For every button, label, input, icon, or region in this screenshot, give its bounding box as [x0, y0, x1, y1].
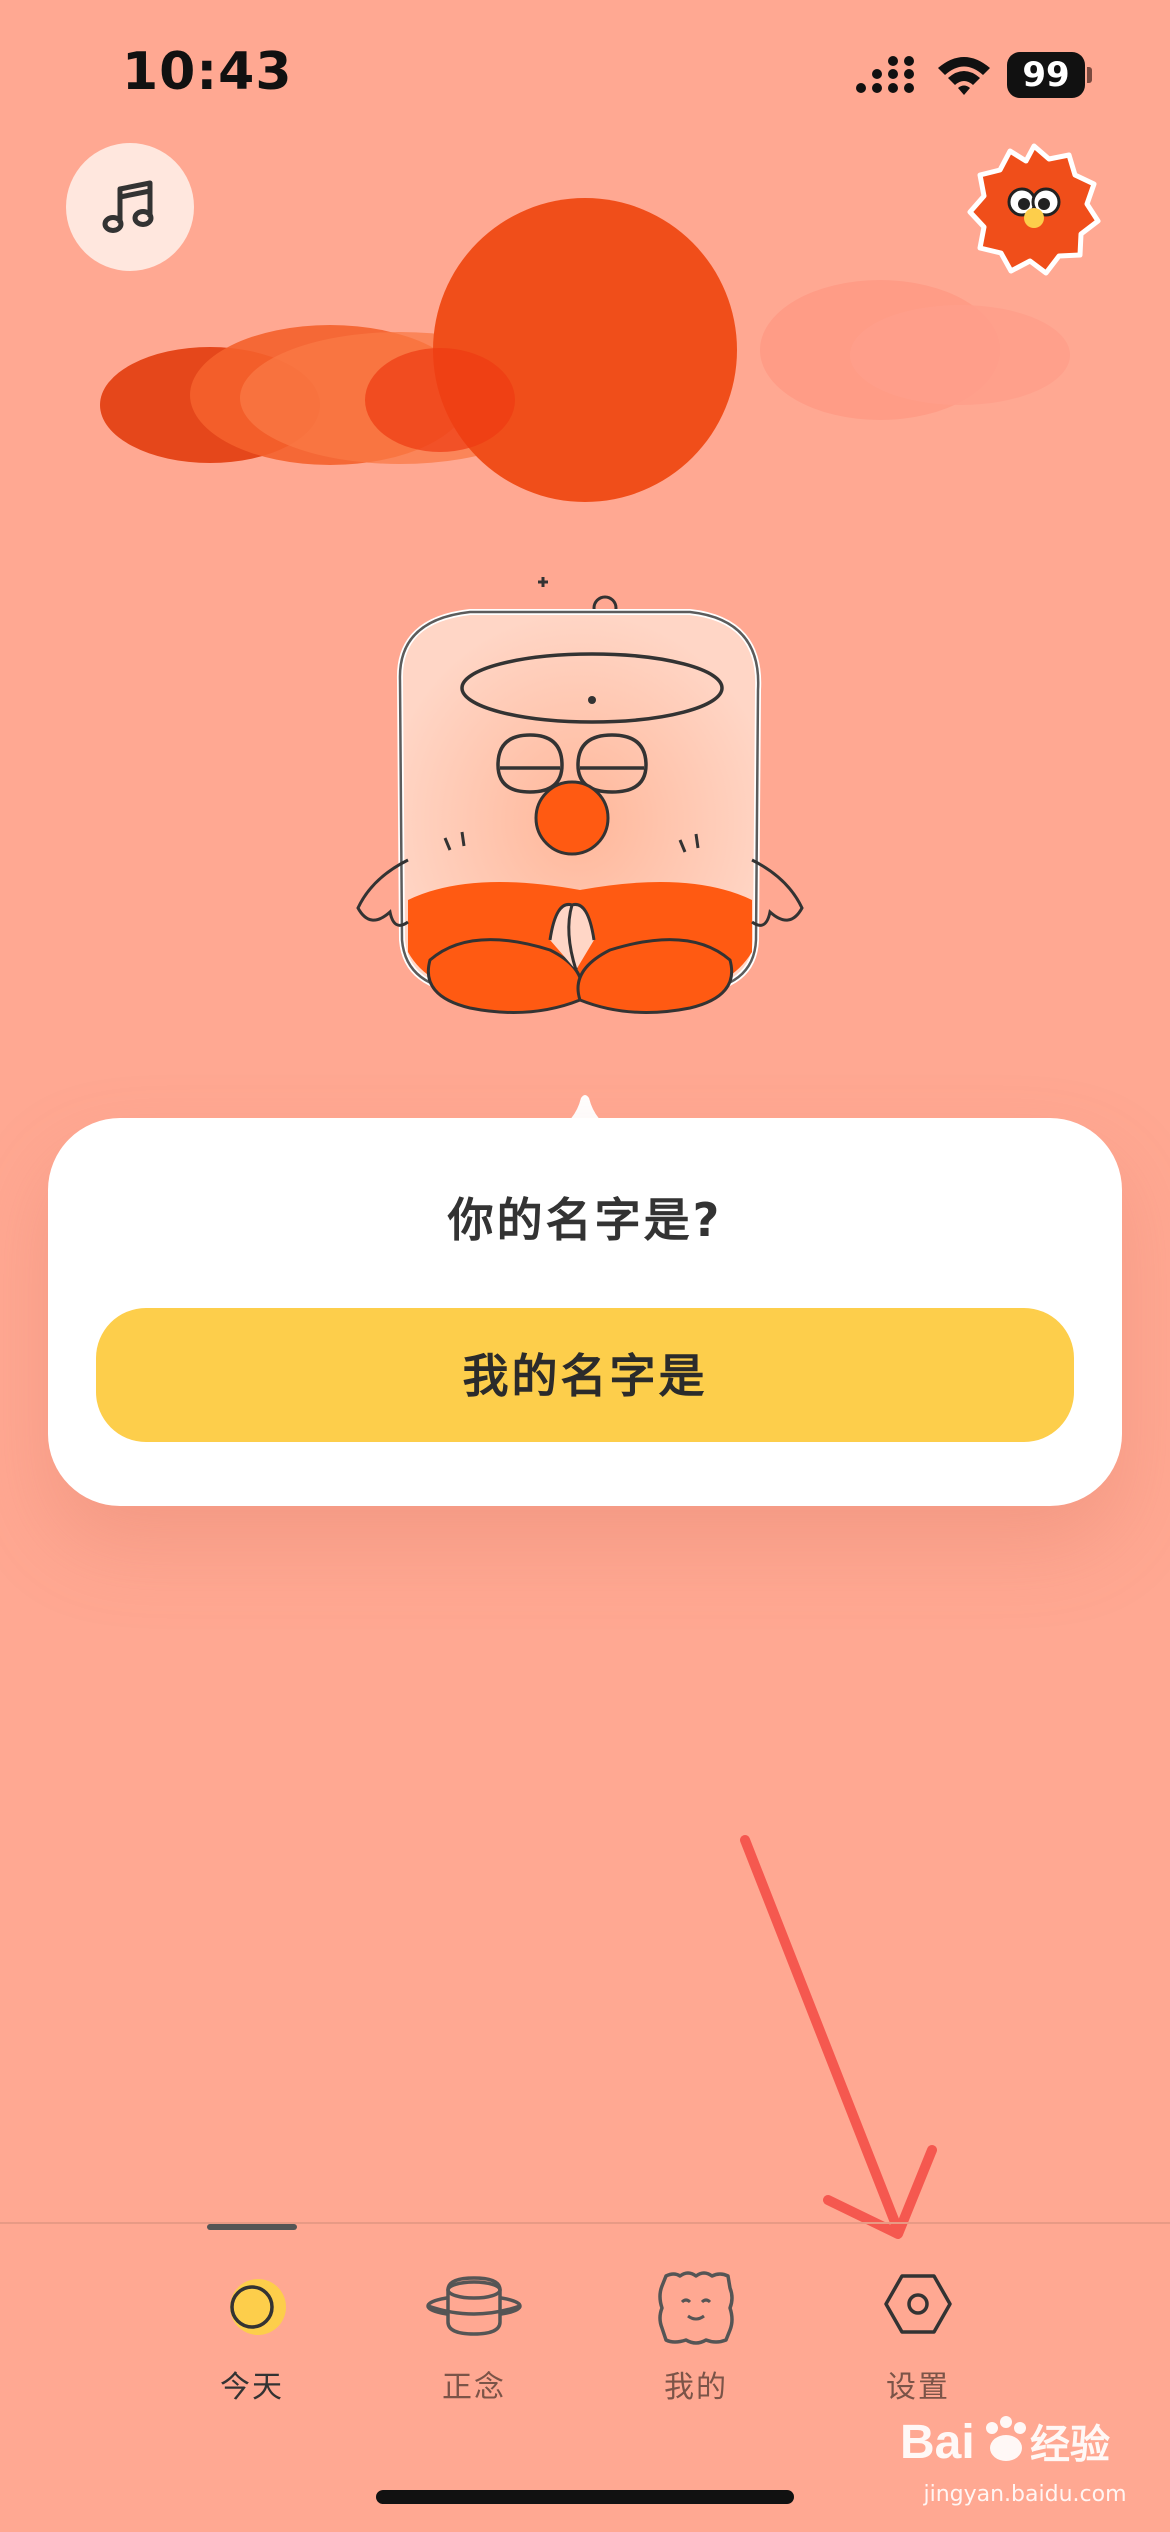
app-screen: 10:43 99 你的名字是? 我的名字是 今天 正念 我的 设置 Bai 经验…: [0, 0, 1170, 2532]
tab-mine-label: 我的: [664, 2370, 728, 2405]
tab-today[interactable]: 今天: [152, 2262, 352, 2422]
status-bar: 10:43 99: [0, 0, 1170, 150]
tab-mindfulness[interactable]: 正念: [374, 2262, 574, 2422]
tab-settings[interactable]: 设置: [818, 2262, 1018, 2422]
battery-indicator: 99: [1007, 52, 1092, 98]
tab-mine[interactable]: 我的: [596, 2262, 796, 2422]
hexagon-nut-icon: [884, 2274, 952, 2334]
cloud-right-front: [850, 305, 1070, 405]
status-time: 10:43: [122, 42, 293, 102]
svg-text:经验: 经验: [1030, 2423, 1110, 2467]
tab-today-label: 今天: [220, 2370, 284, 2405]
annotation-arrow: [740, 1835, 937, 2239]
sky-scene-illustration: [100, 198, 1070, 502]
sun-circle-icon: [230, 2279, 286, 2335]
battery-level: 99: [1007, 52, 1085, 98]
meditating-character-illustration: [356, 577, 804, 1014]
name-dialog: 你的名字是? 我的名字是: [48, 1118, 1122, 1506]
my-name-button[interactable]: 我的名字是: [96, 1308, 1074, 1442]
baidu-logo-icon: Bai 经验: [900, 2416, 1110, 2469]
sun: [433, 198, 737, 502]
tab-mindfulness-label: 正念: [442, 2370, 506, 2405]
battery-tip: [1087, 67, 1092, 83]
dialog-question: 你的名字是?: [447, 1193, 723, 1247]
svg-text:Bai: Bai: [900, 2416, 975, 2469]
face-cushion-icon: [658, 2271, 734, 2345]
home-indicator[interactable]: [376, 2490, 794, 2504]
wifi-icon: [938, 57, 990, 95]
tab-bar-divider: [0, 2222, 1170, 2224]
cloud-overlap: [365, 348, 515, 452]
active-tab-indicator: [207, 2224, 297, 2230]
cellular-signal-icon: [856, 56, 914, 93]
pot-icon: [426, 2276, 522, 2336]
watermark-url: jingyan.baidu.com: [923, 2482, 1127, 2507]
baidu-watermark: Bai 经验 jingyan.baidu.com: [890, 2400, 1160, 2520]
